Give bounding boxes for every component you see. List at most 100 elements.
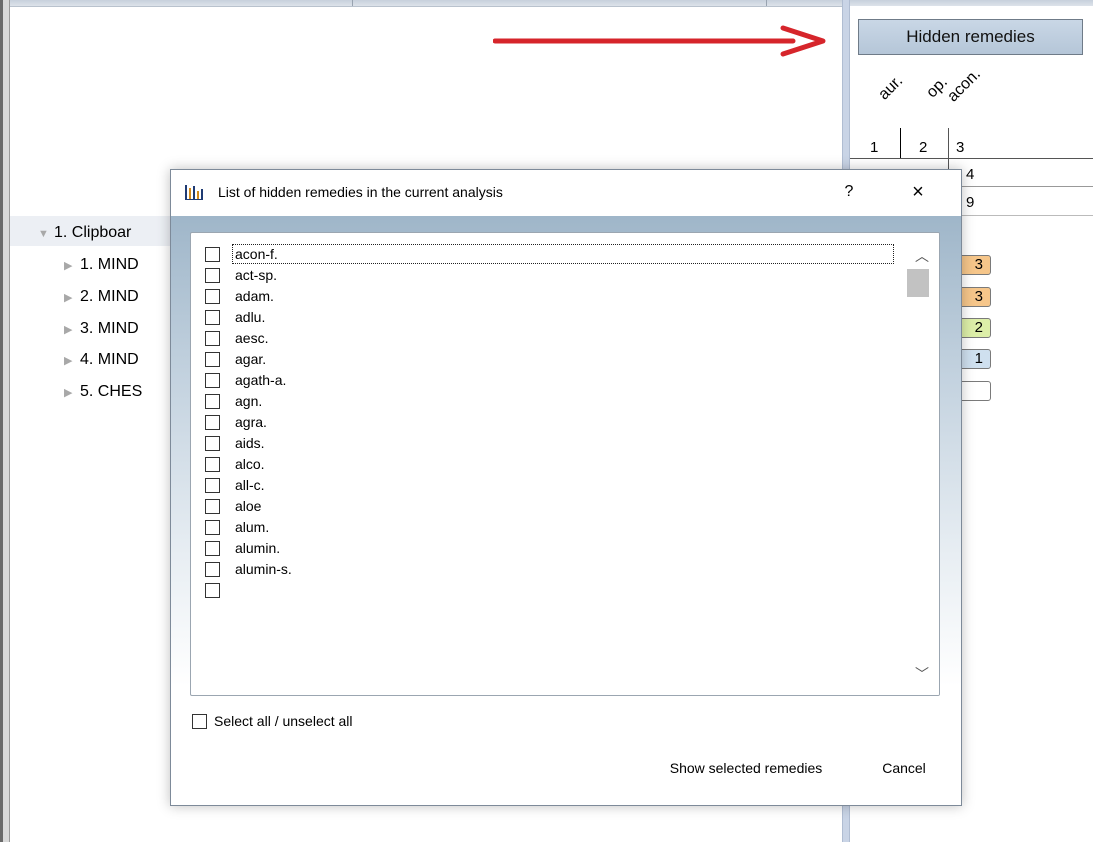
collapsed-triangle-icon[interactable]: ▶ (64, 323, 80, 336)
grid-total-number: 9 (966, 194, 975, 211)
tree-item-clipboard[interactable]: ▼ 1. Clipboar (38, 224, 131, 242)
collapsed-triangle-icon[interactable]: ▶ (64, 259, 80, 272)
remedy-checkbox[interactable] (205, 457, 220, 472)
collapsed-triangle-icon[interactable]: ▶ (64, 291, 80, 304)
remedy-label[interactable]: aids. (235, 435, 265, 451)
dialog-titlebar[interactable]: List of hidden remedies in the current a… (171, 170, 961, 216)
list-item[interactable]: acon-f. (205, 244, 905, 266)
hidden-remedies-button[interactable]: Hidden remedies (858, 19, 1083, 55)
select-all-label[interactable]: Select all / unselect all (214, 713, 353, 729)
remedy-checkbox[interactable] (205, 478, 220, 493)
help-button[interactable]: ? (839, 180, 859, 204)
remedy-list-items: acon-f. act-sp. adam. adlu. aesc. agar. agath-… (205, 244, 905, 602)
list-item[interactable]: agra. (205, 413, 905, 434)
expanded-triangle-icon[interactable]: ▼ (38, 228, 54, 240)
list-item[interactable]: aids. (205, 434, 905, 455)
tree-item-label: 4. MIND (80, 351, 139, 368)
scroll-down-arrow-icon[interactable]: ﹀ (904, 657, 939, 691)
tree-item-rubric[interactable]: ▶ 3. MIND (64, 320, 139, 338)
remedy-checkbox[interactable] (205, 520, 220, 535)
remedy-checkbox[interactable] (205, 247, 220, 262)
remedy-checkbox[interactable] (205, 499, 220, 514)
tree-item-rubric[interactable]: ▶ 5. CHES (64, 383, 142, 401)
remedy-checkbox[interactable] (205, 310, 220, 325)
list-item[interactable]: agar. (205, 350, 905, 371)
grid-total-number: 4 (966, 166, 975, 183)
remedy-checkbox[interactable] (205, 268, 220, 283)
header-divider (352, 0, 353, 6)
list-item[interactable]: agath-a. (205, 371, 905, 392)
collapsed-triangle-icon[interactable]: ▶ (64, 386, 80, 399)
tree-item-rubric[interactable]: ▶ 4. MIND (64, 351, 139, 369)
remedy-header-op[interactable]: op. (923, 74, 951, 102)
remedy-label[interactable]: alumin-s. (235, 561, 292, 577)
list-item[interactable]: all-c. (205, 476, 905, 497)
top-header-strip (10, 0, 842, 7)
list-item[interactable]: aesc. (205, 329, 905, 350)
select-all-checkbox[interactable] (192, 714, 207, 729)
remedy-checkbox[interactable] (205, 562, 220, 577)
bar-chart-icon (185, 185, 203, 200)
remedy-label[interactable]: alco. (235, 456, 265, 472)
scroll-thumb[interactable] (907, 269, 929, 297)
remedy-checkbox[interactable] (205, 331, 220, 346)
grid-divider (900, 128, 901, 158)
dialog-body: acon-f. act-sp. adam. adlu. aesc. agar. agath-… (171, 216, 961, 805)
remedy-checkbox[interactable] (205, 352, 220, 367)
remedy-checkbox[interactable] (205, 541, 220, 556)
close-button[interactable]: × (904, 178, 932, 206)
remedy-label[interactable]: alum. (235, 519, 269, 535)
remedy-checkbox[interactable] (205, 583, 220, 598)
tree-item-rubric[interactable]: ▶ 2. MIND (64, 288, 139, 306)
window-left-border (0, 0, 10, 842)
remedy-label[interactable]: adam. (235, 288, 274, 304)
remedy-header-acon[interactable]: acon. (944, 66, 984, 106)
remedy-label[interactable]: adlu. (235, 309, 265, 325)
remedy-label[interactable]: agn. (235, 393, 262, 409)
cancel-button[interactable]: Cancel (866, 750, 942, 786)
remedy-checkbox[interactable] (205, 415, 220, 430)
remedy-checkbox[interactable] (205, 373, 220, 388)
list-item[interactable]: alumin. (205, 539, 905, 560)
remedy-header-aur[interactable]: aur. (875, 72, 907, 104)
remedy-label[interactable]: agra. (235, 414, 267, 430)
show-selected-remedies-button[interactable]: Show selected remedies (651, 750, 841, 786)
remedy-label[interactable]: aesc. (235, 330, 268, 346)
list-item[interactable]: adam. (205, 287, 905, 308)
remedy-label[interactable]: all-c. (235, 477, 265, 493)
tree-item-rubric[interactable]: ▶ 1. MIND (64, 256, 139, 274)
list-item[interactable]: agn. (205, 392, 905, 413)
list-item-partial[interactable] (205, 581, 905, 602)
hidden-remedies-dialog: List of hidden remedies in the current a… (170, 169, 962, 806)
grid-column-number: 2 (919, 139, 928, 156)
grid-divider (948, 186, 1093, 187)
remedy-label[interactable]: agar. (235, 351, 266, 367)
list-item[interactable]: aloe (205, 497, 905, 518)
header-divider (766, 0, 767, 6)
list-scrollbar[interactable] (904, 233, 939, 695)
grid-column-number: 3 (956, 139, 965, 156)
remedy-label[interactable]: acon-f. (235, 246, 278, 262)
remedy-label[interactable]: act-sp. (235, 267, 277, 283)
remedy-label[interactable]: aloe (235, 498, 261, 514)
list-item[interactable]: alum. (205, 518, 905, 539)
tree-item-label: 3. MIND (80, 320, 139, 337)
focus-outline (232, 244, 894, 264)
grid-divider (850, 158, 1093, 159)
list-item[interactable]: alumin-s. (205, 560, 905, 581)
list-item[interactable]: alco. (205, 455, 905, 476)
remedy-checkbox[interactable] (205, 436, 220, 451)
grid-divider (948, 215, 1093, 216)
remedy-checkbox[interactable] (205, 289, 220, 304)
tree-item-label: 2. MIND (80, 288, 139, 305)
remedy-checkbox[interactable] (205, 394, 220, 409)
list-item[interactable]: act-sp. (205, 266, 905, 287)
remedy-label[interactable]: agath-a. (235, 372, 286, 388)
remedy-label[interactable]: alumin. (235, 540, 280, 556)
tree-item-label: 1. Clipboar (54, 224, 132, 241)
scroll-up-arrow-icon[interactable]: ︿ (904, 239, 939, 273)
remedy-list[interactable]: acon-f. act-sp. adam. adlu. aesc. agar. agath-… (190, 232, 940, 696)
red-arrow-annotation (493, 25, 826, 57)
collapsed-triangle-icon[interactable]: ▶ (64, 354, 80, 367)
list-item[interactable]: adlu. (205, 308, 905, 329)
